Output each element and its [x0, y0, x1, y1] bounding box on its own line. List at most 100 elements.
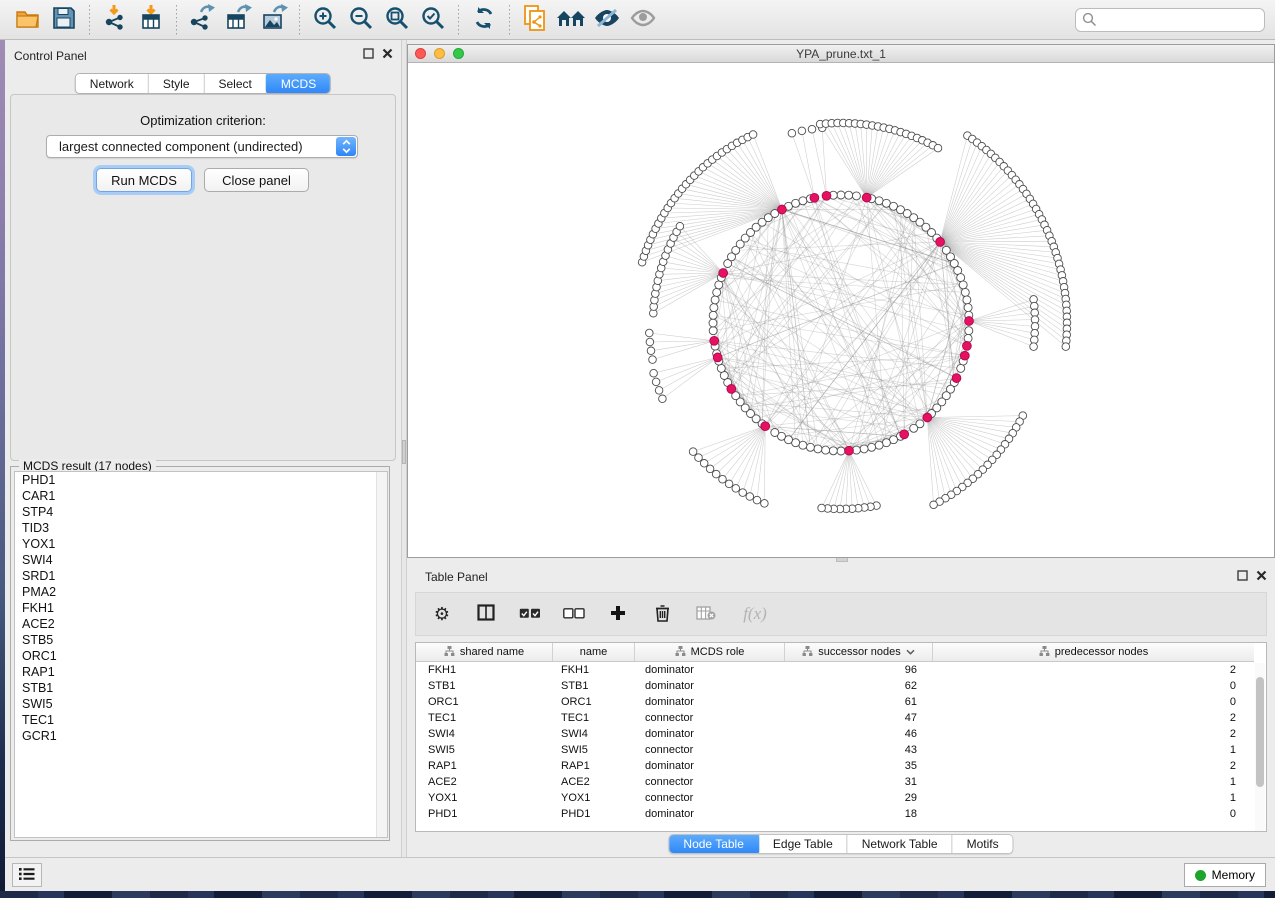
select-all-columns-button[interactable] [518, 600, 542, 628]
mcds-result-item[interactable]: SWI5 [15, 696, 387, 712]
optimization-criterion-select[interactable]: largest connected component (undirected) [46, 135, 358, 158]
network-node[interactable] [711, 296, 719, 304]
network-node[interactable] [930, 501, 938, 509]
network-node[interactable] [676, 222, 684, 230]
table-row[interactable]: YOX1YOX1connector291 [416, 790, 1254, 806]
tab-select[interactable]: Select [205, 74, 267, 93]
network-node[interactable] [689, 448, 697, 456]
network-node[interactable] [799, 441, 807, 449]
network-node[interactable] [647, 347, 655, 355]
network-hub-node[interactable] [963, 342, 972, 351]
import-table-button[interactable] [133, 3, 169, 37]
network-node[interactable] [934, 144, 942, 152]
task-history-button[interactable] [12, 863, 42, 887]
network-node[interactable] [649, 356, 657, 364]
close-panel-icon[interactable] [382, 48, 393, 62]
table-row[interactable]: SWI5SWI5connector431 [416, 742, 1254, 758]
network-hub-node[interactable] [778, 205, 787, 214]
search-input[interactable] [1097, 11, 1258, 29]
mcds-result-item[interactable]: TID3 [15, 520, 387, 536]
network-hub-node[interactable] [936, 238, 945, 247]
network-node[interactable] [753, 496, 761, 504]
network-node[interactable] [709, 311, 717, 319]
network-hub-node[interactable] [952, 374, 961, 383]
network-node[interactable] [709, 319, 717, 327]
network-hub-node[interactable] [845, 446, 854, 455]
mcds-result-item[interactable]: CAR1 [15, 488, 387, 504]
float-panel-icon[interactable] [363, 48, 374, 62]
network-node[interactable] [652, 378, 660, 386]
save-session-button[interactable] [46, 3, 82, 37]
open-file-button[interactable] [10, 3, 46, 37]
table-row[interactable]: TEC1TEC1connector472 [416, 710, 1254, 726]
network-node[interactable] [749, 131, 757, 139]
network-window-titlebar[interactable]: YPA_prune.txt_1 [408, 45, 1274, 63]
network-node[interactable] [814, 445, 822, 453]
network-node[interactable] [957, 274, 965, 282]
network-node[interactable] [852, 192, 860, 200]
column-header-name[interactable]: name [553, 643, 635, 661]
network-node[interactable] [799, 197, 807, 205]
network-node[interactable] [732, 485, 740, 493]
mcds-result-item[interactable]: RAP1 [15, 664, 387, 680]
mcds-result-item[interactable]: ACE2 [15, 616, 387, 632]
close-panel-button[interactable]: Close panel [204, 168, 309, 192]
network-node[interactable] [818, 504, 826, 512]
table-scrollbar[interactable] [1255, 663, 1265, 831]
network-node[interactable] [650, 369, 658, 377]
delete-button[interactable] [650, 600, 674, 628]
tab-motifs[interactable]: Motifs [953, 835, 1013, 853]
table-row[interactable]: ORC1ORC1dominator610 [416, 694, 1254, 710]
network-node[interactable] [964, 304, 972, 312]
network-hub-node[interactable] [761, 422, 770, 431]
table-row[interactable]: RAP1RAP1dominator352 [416, 758, 1254, 774]
network-hub-node[interactable] [960, 351, 969, 360]
table-row[interactable]: SWI4SWI4dominator462 [416, 726, 1254, 742]
network-node[interactable] [837, 191, 845, 199]
tab-network-table[interactable]: Network Table [848, 835, 953, 853]
tab-mcds[interactable]: MCDS [266, 73, 331, 94]
network-node[interactable] [965, 327, 973, 335]
network-node[interactable] [822, 446, 830, 454]
network-node[interactable] [717, 364, 725, 372]
float-table-panel-icon[interactable] [1237, 570, 1248, 584]
mcds-result-item[interactable]: ORC1 [15, 648, 387, 664]
network-node[interactable] [798, 127, 806, 135]
network-node[interactable] [961, 288, 969, 296]
zoom-out-button[interactable] [343, 3, 379, 37]
tab-edge-table[interactable]: Edge Table [759, 835, 848, 853]
mcds-result-item[interactable]: STB1 [15, 680, 387, 696]
mcds-result-item[interactable]: SRD1 [15, 568, 387, 584]
deselect-all-columns-button[interactable] [562, 600, 586, 628]
network-node[interactable] [788, 129, 796, 137]
hide-selected-button[interactable] [589, 3, 625, 37]
column-header-shared-name[interactable]: shared name [416, 643, 553, 661]
network-hub-node[interactable] [727, 385, 736, 394]
network-node[interactable] [808, 125, 816, 133]
network-node[interactable] [829, 447, 837, 455]
network-node[interactable] [845, 191, 853, 199]
network-node[interactable] [715, 281, 723, 289]
column-layout-button[interactable] [474, 600, 498, 628]
mcds-result-item[interactable]: STB5 [15, 632, 387, 648]
clear-table-button[interactable] [694, 600, 718, 628]
network-hub-node[interactable] [923, 413, 932, 422]
run-mcds-button[interactable]: Run MCDS [96, 168, 192, 192]
network-node[interactable] [695, 454, 703, 462]
network-hub-node[interactable] [713, 353, 722, 362]
network-node[interactable] [1030, 343, 1038, 351]
network-node[interactable] [646, 329, 654, 337]
import-network-button[interactable] [97, 3, 133, 37]
network-node[interactable] [761, 500, 769, 508]
clone-network-button[interactable] [517, 3, 553, 37]
refresh-view-button[interactable] [466, 3, 502, 37]
network-node[interactable] [719, 475, 727, 483]
table-row[interactable]: STB1STB1dominator620 [416, 678, 1254, 694]
network-node[interactable] [964, 334, 972, 342]
mcds-result-item[interactable]: STP4 [15, 504, 387, 520]
network-node[interactable] [746, 493, 754, 501]
network-node[interactable] [710, 304, 718, 312]
network-node[interactable] [712, 470, 720, 478]
zoom-in-button[interactable] [307, 3, 343, 37]
network-node[interactable] [709, 327, 717, 335]
